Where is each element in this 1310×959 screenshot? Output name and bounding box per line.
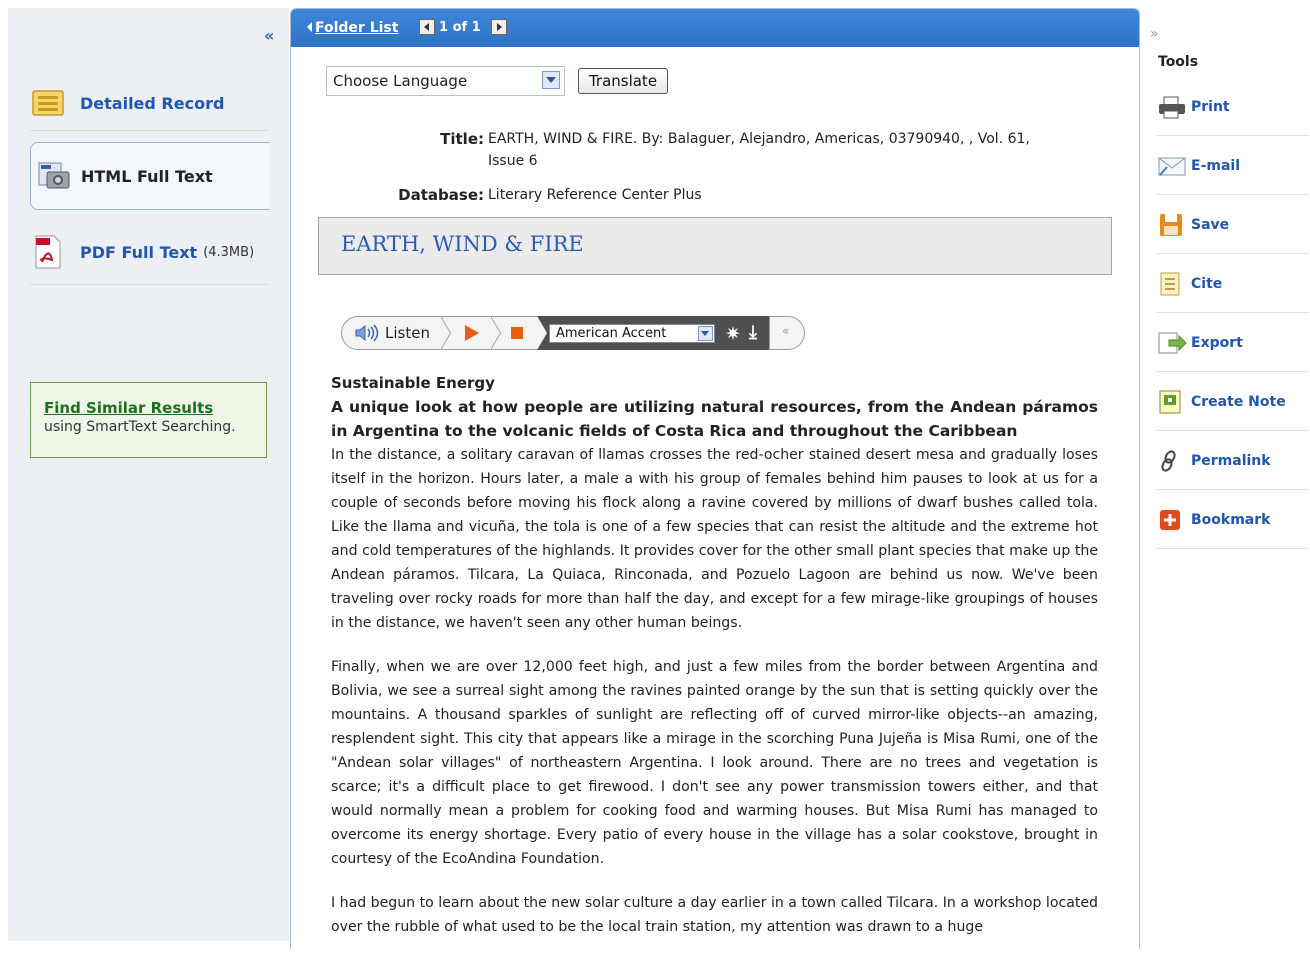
article-section-heading: Sustainable Energy [331, 374, 495, 392]
divider [30, 284, 268, 285]
language-select-value: Choose Language [333, 72, 468, 90]
pdf-full-text-label: PDF Full Text [80, 242, 198, 262]
article-subtitle: A unique look at how people are utilizin… [331, 398, 1098, 440]
database-label: Database: [398, 186, 484, 204]
title-line-2: Issue 6 [488, 153, 538, 169]
save-icon [1157, 213, 1189, 237]
find-similar-box: Find Similar Results using SmartText Sea… [30, 382, 267, 458]
detailed-record-icon [30, 85, 66, 121]
left-panel: « Detailed Record HTML Full Text PDF Ful… [8, 8, 289, 941]
title-label: Title: [440, 130, 484, 148]
print-button[interactable]: Print [1157, 78, 1309, 136]
gear-icon[interactable]: ✷ [725, 323, 741, 345]
language-select[interactable]: Choose Language [326, 66, 565, 96]
pdf-full-text-link[interactable]: PDF Full Text (4.3MB) [30, 228, 268, 276]
tools-heading: Tools [1158, 54, 1199, 70]
article-paragraph: Finally, when we are over 12,000 feet hi… [331, 659, 1098, 867]
permalink-button[interactable]: Permalink [1157, 432, 1309, 490]
translate-button[interactable]: Translate [578, 68, 668, 94]
cite-button[interactable]: Cite [1157, 255, 1309, 313]
bookmark-button[interactable]: Bookmark [1157, 491, 1309, 549]
play-icon[interactable] [465, 325, 479, 341]
cite-icon [1157, 272, 1189, 296]
pager-text: 1 of 1 [439, 20, 481, 35]
article-title-box: EARTH, WIND & FIRE [318, 217, 1112, 275]
create-note-icon [1157, 390, 1189, 414]
chevron-down-icon [542, 71, 560, 89]
article-title: EARTH, WIND & FIRE [341, 232, 584, 256]
permalink-label: Permalink [1191, 452, 1271, 469]
save-label: Save [1191, 216, 1230, 233]
chevron-down-icon [698, 326, 713, 341]
accent-select-value: American Accent [556, 326, 667, 341]
export-label: Export [1191, 334, 1243, 351]
detailed-record-label: Detailed Record [80, 93, 225, 113]
full-text-panel: Folder List 1 of 1 Choose Language Trans… [290, 8, 1140, 949]
result-header: Folder List 1 of 1 [291, 9, 1139, 47]
permalink-icon [1157, 449, 1189, 473]
pdf-icon [30, 234, 66, 270]
print-icon [1157, 95, 1189, 119]
article-paragraph: I had begun to learn about the new solar… [331, 895, 1098, 935]
collapse-listen-button[interactable]: « [769, 316, 805, 350]
speaker-icon [355, 324, 383, 346]
download-icon[interactable]: ⤓ [749, 322, 757, 343]
export-button[interactable]: Export [1157, 314, 1309, 372]
listen-toolbar: « Listen American Accent ✷ ⤓ [341, 316, 806, 350]
article-paragraph: In the distance, a solitary caravan of l… [331, 447, 1098, 631]
create-note-button[interactable]: Create Note [1157, 373, 1309, 431]
export-icon [1157, 331, 1189, 355]
pdf-size: (4.3MB) [203, 244, 255, 260]
next-result-button[interactable] [491, 19, 507, 35]
title-line-1: EARTH, WIND & FIRE. By: Balaguer, Alejan… [488, 131, 1030, 147]
create-note-label: Create Note [1191, 393, 1286, 410]
divider [30, 130, 268, 131]
find-similar-subtext: using SmartText Searching. [44, 419, 236, 435]
html-full-text-label: HTML Full Text [81, 166, 213, 186]
collapse-left-panel-button[interactable]: « [264, 26, 274, 45]
html-full-text-icon [37, 158, 73, 194]
caret-left-icon [307, 22, 312, 32]
previous-result-button[interactable] [419, 19, 435, 35]
tools-panel: » Tools Print E-mail Save Cite Export Cr… [1140, 22, 1310, 942]
article-body: Sustainable Energy A unique look at how … [331, 371, 1098, 959]
print-label: Print [1191, 98, 1230, 115]
email-icon [1157, 154, 1189, 178]
email-label: E-mail [1191, 157, 1241, 174]
title-value: EARTH, WIND & FIRE. By: Balaguer, Alejan… [488, 128, 1030, 172]
email-button[interactable]: E-mail [1157, 137, 1309, 195]
find-similar-link[interactable]: Find Similar Results [44, 399, 256, 417]
bookmark-icon [1157, 508, 1189, 532]
folder-list-link[interactable]: Folder List [315, 20, 398, 36]
html-full-text-link[interactable]: HTML Full Text [30, 142, 270, 210]
bookmark-label: Bookmark [1191, 511, 1271, 528]
cite-label: Cite [1191, 275, 1223, 292]
detailed-record-link[interactable]: Detailed Record [30, 78, 268, 128]
database-value: Literary Reference Center Plus [488, 187, 702, 203]
accent-select[interactable]: American Accent [549, 324, 715, 343]
listen-button[interactable]: Listen [385, 324, 430, 342]
save-button[interactable]: Save [1157, 196, 1309, 254]
expand-tools-button[interactable]: » [1150, 26, 1159, 42]
stop-icon[interactable] [511, 327, 523, 339]
